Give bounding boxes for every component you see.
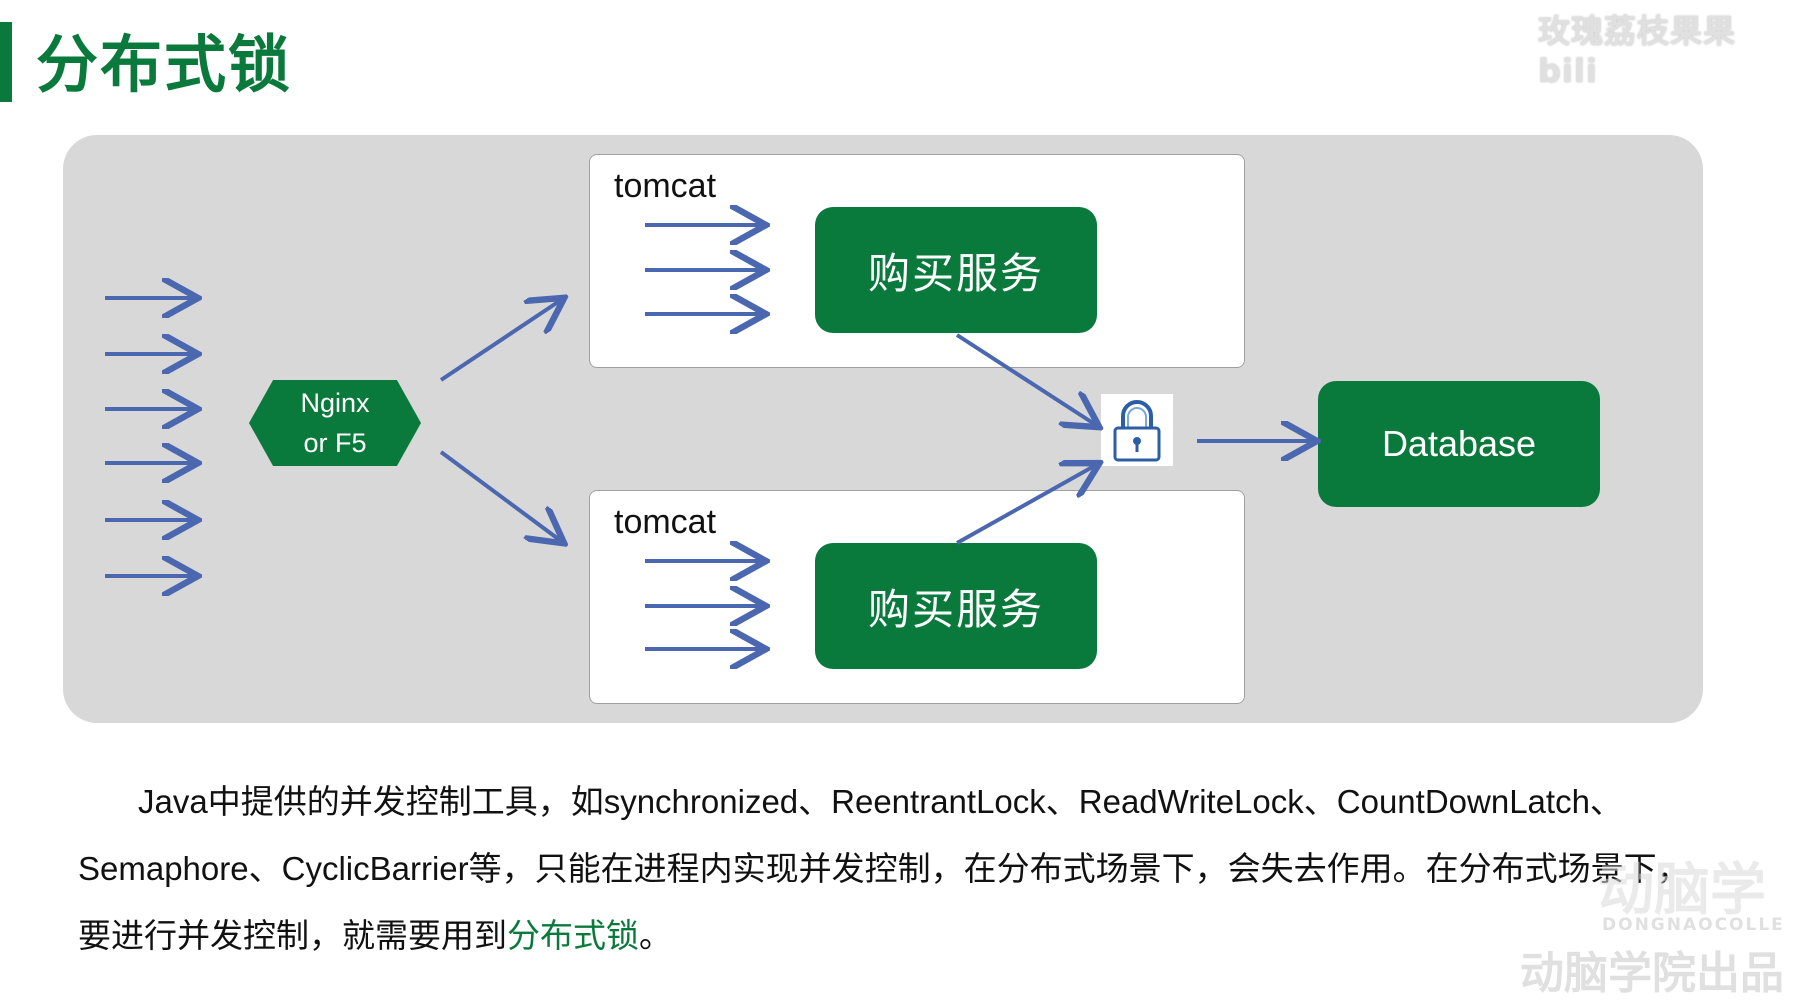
description-paragraph: Java中提供的并发控制工具，如synchronized、ReentrantLo… xyxy=(78,768,1718,969)
service-top-to-lock-arrow xyxy=(955,333,1096,425)
paragraph-highlight: 分布式锁 xyxy=(507,917,639,954)
nginx-to-tomcat-bottom-arrow xyxy=(439,450,561,541)
watermark-bottom-line3: 动脑学院出品 xyxy=(1520,948,1784,999)
watermark-bottom-line1: 动脑学 xyxy=(1598,858,1766,923)
watermark-bottom-line2: DONGNAOCOLLE xyxy=(1602,915,1785,935)
nginx-to-tomcat-top-arrow xyxy=(439,300,561,382)
paragraph-text: Java中提供的并发控制工具，如synchronized、ReentrantLo… xyxy=(78,783,1690,954)
paragraph-end: 。 xyxy=(639,917,672,954)
service-bottom-to-lock-arrow xyxy=(956,465,1096,545)
watermark-bottom: 动脑学 DONGNAOCOLLE 动脑学院出品 xyxy=(1498,845,1798,999)
